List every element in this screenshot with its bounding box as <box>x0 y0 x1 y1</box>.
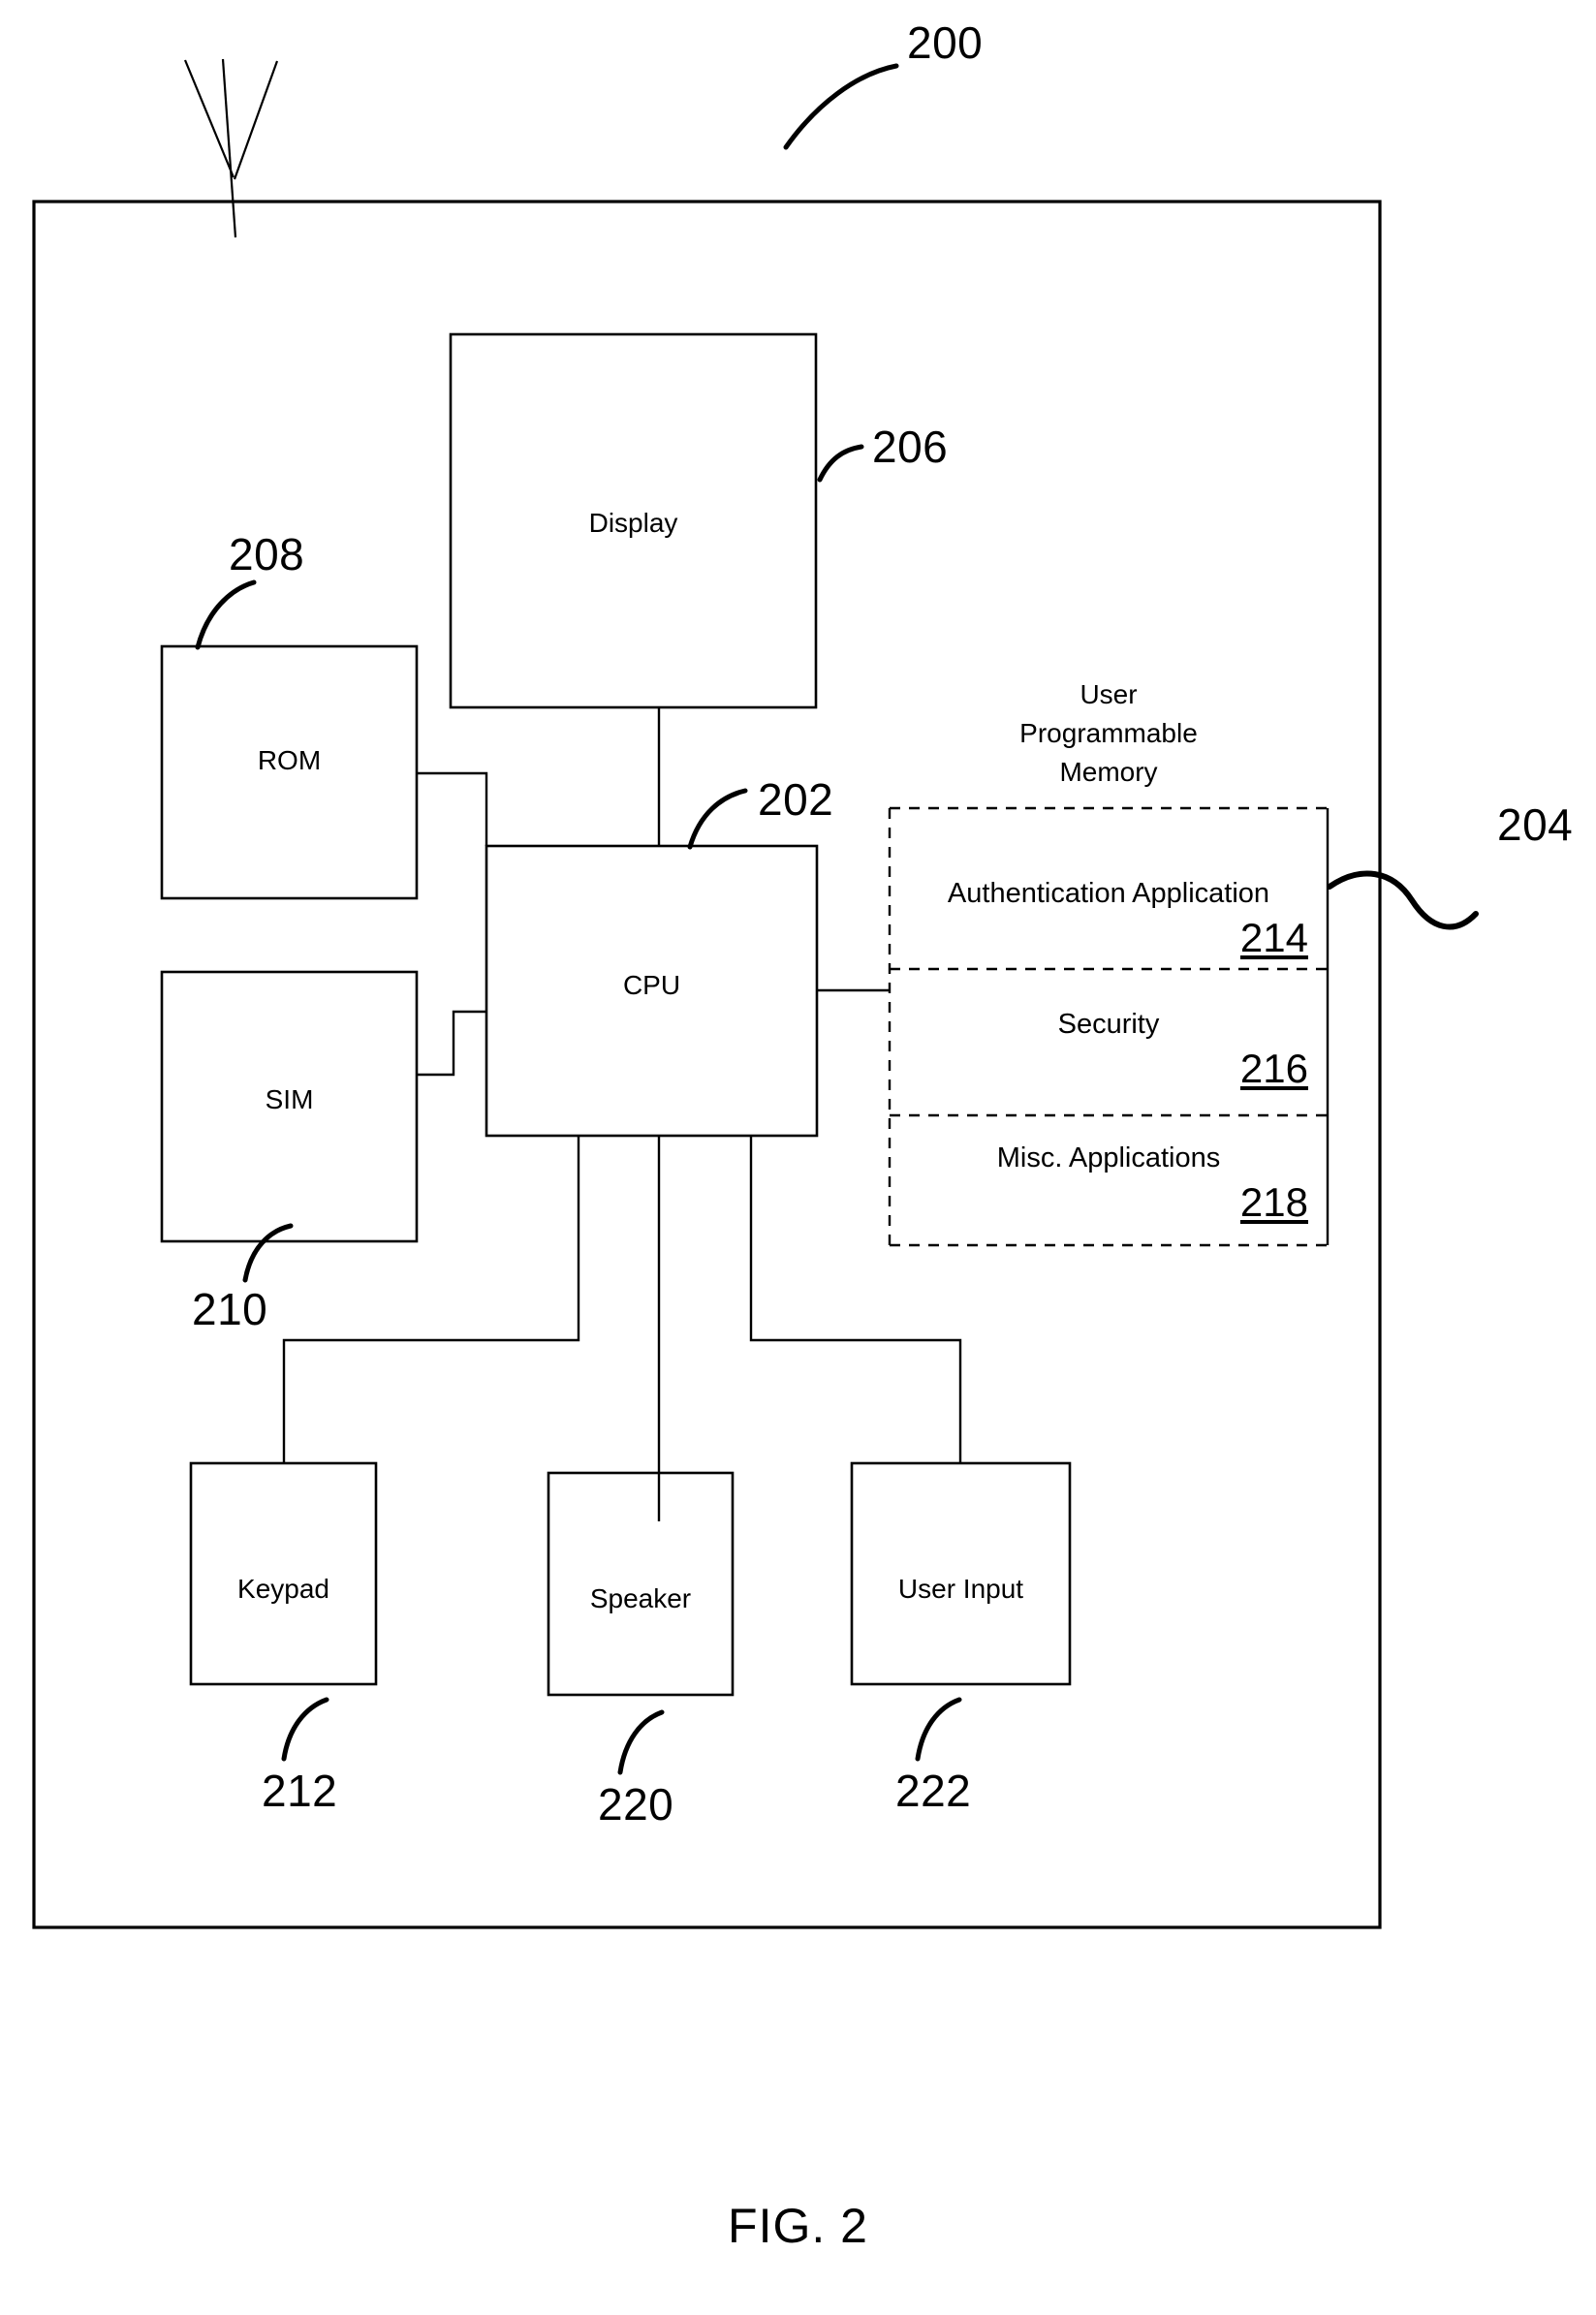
display-label: Display <box>588 508 678 538</box>
leader-line-212 <box>281 1697 329 1762</box>
memory-section-label-security: Security <box>1057 1009 1160 1040</box>
ref-numeral-208: 208 <box>229 529 305 579</box>
memory-title-line2: Programmable <box>1019 718 1198 748</box>
ref-numeral-218: 218 <box>1239 1179 1308 1225</box>
leader-line-210 <box>242 1223 294 1283</box>
figure-caption: FIG. 2 <box>728 2199 868 2253</box>
ref-numeral-202: 202 <box>758 774 834 825</box>
keypad-label: Keypad <box>237 1574 329 1604</box>
ref-numeral-206: 206 <box>872 422 949 472</box>
leader-line-200 <box>783 63 899 150</box>
ref-numeral-212: 212 <box>262 1766 338 1816</box>
antenna-icon <box>183 58 279 238</box>
patent-figure-page: 200 Display 206 ROM 208 SIM 210 CPU 202 … <box>0 0 1596 2315</box>
memory-title-line3: Memory <box>1059 757 1158 787</box>
memory-title-line1: User <box>1080 679 1138 709</box>
connector-sim-cpu <box>417 1010 486 1077</box>
ref-numeral-216: 216 <box>1239 1046 1308 1091</box>
ref-numeral-210: 210 <box>192 1284 268 1334</box>
rom-label: ROM <box>257 745 322 775</box>
leader-line-220 <box>617 1709 665 1775</box>
leader-line-202 <box>687 788 748 850</box>
sim-label: SIM <box>265 1084 314 1114</box>
ref-numeral-214: 214 <box>1239 915 1308 960</box>
cpu-label: CPU <box>622 970 681 1000</box>
memory-section-dividers <box>890 967 1328 1117</box>
connector-rom-cpu <box>417 771 488 846</box>
memory-section-label-misc: Misc. Applications <box>996 1142 1221 1173</box>
user-input-label: User Input <box>897 1574 1024 1604</box>
leader-line-222 <box>915 1697 962 1762</box>
speaker-label: Speaker <box>589 1583 692 1613</box>
figure-diagram-canvas <box>32 58 1479 1929</box>
leader-line-206 <box>817 444 864 483</box>
memory-section-label-authentication: Authentication Application <box>947 878 1270 909</box>
ref-numeral-222: 222 <box>895 1766 972 1816</box>
ref-numeral-200: 200 <box>907 17 984 68</box>
ref-numeral-204: 204 <box>1497 799 1574 850</box>
connector-cpu-keypad <box>282 1136 580 1463</box>
ref-numeral-220: 220 <box>598 1779 674 1830</box>
leader-line-208 <box>195 579 257 650</box>
leader-line-204 <box>1327 870 1479 930</box>
